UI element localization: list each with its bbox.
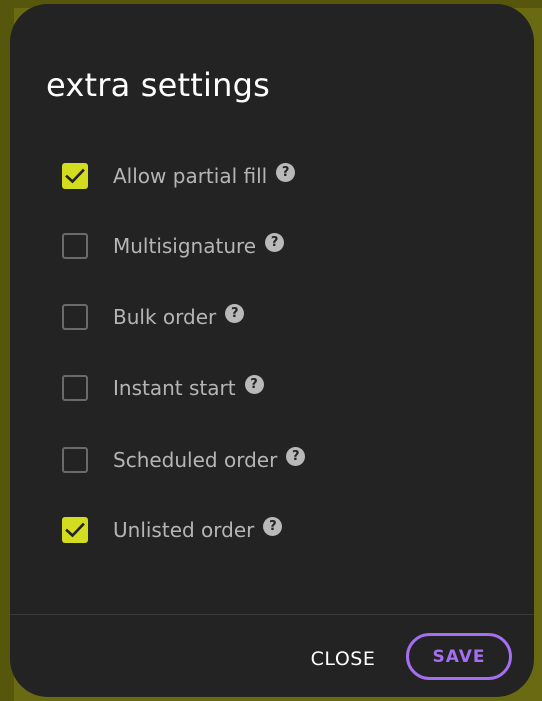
save-button[interactable]: SAVE — [406, 633, 512, 680]
option-instant-start[interactable]: Instant start ? — [62, 372, 264, 404]
help-icon[interactable]: ? — [244, 374, 264, 394]
option-allow-partial-fill[interactable]: Allow partial fill ? — [62, 160, 296, 192]
option-label: Multisignature — [113, 234, 257, 258]
bulk-order-checkbox[interactable] — [62, 304, 88, 330]
option-scheduled-order[interactable]: Scheduled order ? — [62, 444, 306, 476]
option-multisignature[interactable]: Multisignature ? — [62, 230, 285, 262]
help-icon[interactable]: ? — [225, 303, 245, 323]
footer-divider — [10, 614, 534, 615]
checkmark-icon — [65, 168, 85, 184]
extra-settings-dialog: extra settings Allow partial fill ? Mult… — [10, 4, 534, 697]
close-button[interactable]: CLOSE — [294, 636, 392, 682]
option-label: Instant start — [113, 376, 236, 400]
unlisted-order-checkbox[interactable] — [62, 517, 88, 543]
option-label: Unlisted order — [113, 518, 255, 542]
option-unlisted-order[interactable]: Unlisted order ? — [62, 514, 283, 546]
allow-partial-fill-checkbox[interactable] — [62, 163, 88, 189]
scheduled-order-checkbox[interactable] — [62, 447, 88, 473]
option-bulk-order[interactable]: Bulk order ? — [62, 301, 245, 333]
dialog-title: extra settings — [46, 66, 270, 104]
instant-start-checkbox[interactable] — [62, 375, 88, 401]
help-icon[interactable]: ? — [276, 162, 296, 182]
help-icon[interactable]: ? — [265, 232, 285, 252]
option-label: Scheduled order — [113, 448, 278, 472]
multisignature-checkbox[interactable] — [62, 233, 88, 259]
option-label: Bulk order — [113, 305, 217, 329]
help-icon[interactable]: ? — [263, 516, 283, 536]
checkmark-icon — [65, 522, 85, 538]
help-icon[interactable]: ? — [286, 446, 306, 466]
option-label: Allow partial fill — [113, 164, 268, 188]
